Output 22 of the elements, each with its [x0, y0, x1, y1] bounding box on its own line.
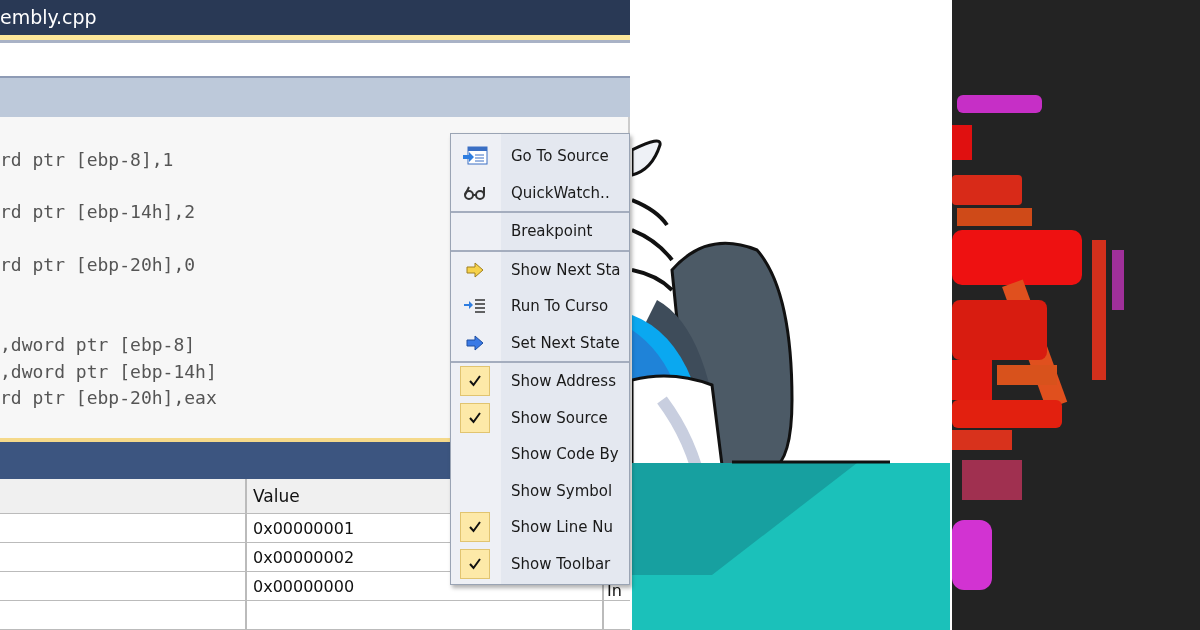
document-tab[interactable]: embly.cpp	[0, 6, 97, 29]
code-line: ,dword ptr [ebp-8]	[0, 333, 196, 358]
menu-item[interactable]: QuickWatch..	[451, 174, 629, 213]
code-line: rd ptr [ebp-14h],2	[0, 200, 196, 225]
table-cell: In	[607, 581, 622, 600]
document-arrow-icon	[462, 146, 488, 167]
menu-item[interactable]: Show Source	[451, 399, 629, 436]
menu-item[interactable]: Show Next Sta	[451, 251, 629, 288]
code-line: rd ptr [ebp-20h],eax	[0, 386, 217, 411]
menu-item[interactable]: Go To Source	[451, 138, 629, 175]
arrow-icon	[466, 261, 484, 278]
code-line: ,dword ptr [ebp-14h]	[0, 359, 217, 384]
menu-item[interactable]: Run To Curso	[451, 288, 629, 325]
menu-item[interactable]: Set Next State	[451, 324, 629, 363]
menu-item[interactable]: Show Code By	[451, 436, 629, 473]
menu-item[interactable]: Show Address	[451, 363, 629, 400]
code-line: rd ptr [ebp-8],1	[0, 147, 174, 172]
code-line: rd ptr [ebp-20h],0	[0, 252, 196, 277]
run-to-cursor-icon	[463, 298, 487, 315]
glasses-icon	[463, 185, 487, 200]
arrow-icon	[466, 334, 484, 351]
menu-item[interactable]: Breakpoint	[451, 213, 629, 252]
